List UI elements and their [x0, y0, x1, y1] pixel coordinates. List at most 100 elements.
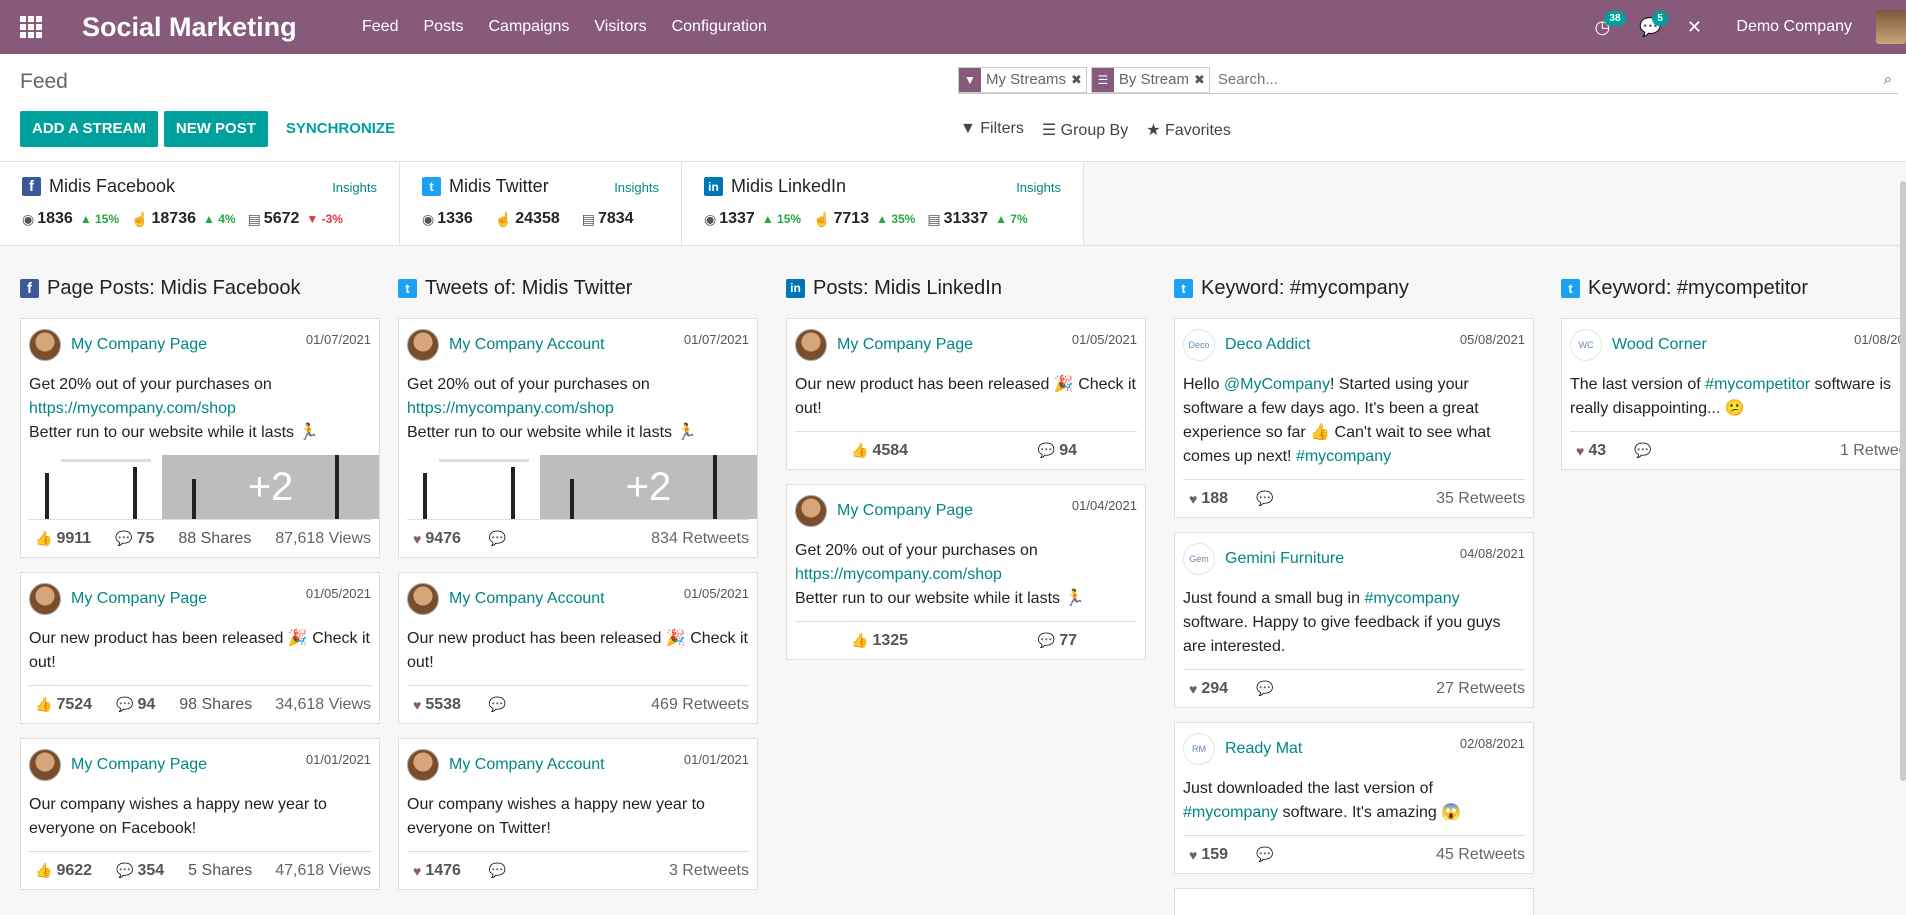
like-button[interactable]: ♥ 294: [1189, 680, 1228, 698]
insights-link[interactable]: Insights: [332, 180, 377, 195]
post-link[interactable]: https://mycompany.com/shop: [795, 566, 1002, 583]
comments-button[interactable]: 💬: [489, 862, 506, 879]
remove-facet-icon[interactable]: ✖: [1194, 72, 1209, 88]
more-images[interactable]: +2: [540, 455, 757, 519]
company-switcher[interactable]: Demo Company: [1736, 18, 1852, 36]
like-button[interactable]: 👍 9911: [35, 530, 91, 548]
post-author[interactable]: My Company Page: [71, 590, 207, 608]
comments-button[interactable]: 💬: [1256, 680, 1273, 697]
like-button[interactable]: ♥ 159: [1189, 846, 1228, 864]
post-author[interactable]: My Company Account: [449, 336, 605, 354]
like-button[interactable]: 👍 9622: [35, 862, 92, 880]
like-button[interactable]: 👍 4584: [851, 442, 908, 460]
comments-button[interactable]: 💬: [489, 530, 506, 547]
post-card[interactable]: My Company Account 01/07/2021 Get 20% ou…: [398, 318, 758, 558]
post-card[interactable]: My Company Page 01/05/2021 Our new produ…: [786, 318, 1146, 470]
post-card[interactable]: My Company Account 01/01/2021 Our compan…: [398, 738, 758, 890]
post-card[interactable]: [1174, 888, 1534, 915]
messages-icon[interactable]: 💬 5: [1630, 0, 1670, 54]
post-link[interactable]: https://mycompany.com/shop: [407, 400, 614, 417]
post-author[interactable]: My Company Account: [449, 756, 605, 774]
mention-link[interactable]: @MyCompany: [1224, 376, 1330, 393]
like-button[interactable]: ♥ 188: [1189, 490, 1228, 508]
hashtag-link[interactable]: #mycompetitor: [1705, 376, 1810, 393]
post-author[interactable]: Ready Mat: [1225, 740, 1302, 758]
breadcrumb: Feed: [20, 70, 68, 93]
comments-button[interactable]: 💬 354: [116, 862, 164, 880]
hashtag-link[interactable]: #mycompany: [1296, 448, 1391, 465]
more-images[interactable]: +2: [162, 455, 379, 519]
post-author[interactable]: My Company Page: [71, 756, 207, 774]
comments-button[interactable]: 💬 75: [115, 530, 154, 548]
apps-menu-icon[interactable]: [20, 16, 44, 38]
post-author[interactable]: My Company Page: [71, 336, 207, 354]
post-author[interactable]: Gemini Furniture: [1225, 550, 1344, 568]
filters-dropdown[interactable]: ▼ Filters: [960, 120, 1024, 140]
post-author[interactable]: Wood Corner: [1612, 336, 1707, 354]
stories-icon: ▤: [247, 210, 261, 227]
post-card[interactable]: RM Ready Mat 02/08/2021 Just downloaded t…: [1174, 722, 1534, 874]
audience-icon: ◉: [704, 210, 717, 227]
group-by-dropdown[interactable]: ☰ Group By: [1042, 120, 1128, 140]
shares-count: 5 Shares: [188, 861, 253, 879]
menu-item-posts[interactable]: Posts: [423, 18, 463, 36]
post-card[interactable]: My Company Page 01/05/2021 Our new produ…: [20, 572, 380, 724]
hashtag-link[interactable]: #mycompany: [1183, 804, 1278, 821]
comments-button[interactable]: 💬: [1634, 442, 1651, 459]
facet-by-stream: ☰ By Stream ✖: [1090, 66, 1210, 93]
insights-link[interactable]: Insights: [1016, 180, 1061, 195]
comments-icon: 💬: [116, 862, 134, 878]
post-author[interactable]: My Company Page: [837, 336, 973, 354]
stories-stat: ▤ 5672 ▼ -3%: [247, 210, 343, 227]
search-input[interactable]: [1213, 71, 1878, 88]
like-button[interactable]: ♥ 43: [1576, 442, 1606, 460]
menu-item-configuration[interactable]: Configuration: [672, 18, 767, 36]
menu-item-campaigns[interactable]: Campaigns: [488, 18, 569, 36]
activity-clock-icon[interactable]: ◷ 38: [1582, 0, 1626, 54]
linkedin-icon: in: [704, 177, 723, 196]
post-card[interactable]: My Company Account 01/05/2021 Our new pr…: [398, 572, 758, 724]
post-card[interactable]: My Company Page 01/04/2021 Get 20% out o…: [786, 484, 1146, 660]
thumbs-up-icon: 👍: [851, 442, 869, 458]
comments-button[interactable]: 💬: [489, 696, 506, 713]
post-card[interactable]: My Company Page 01/01/2021 Our company w…: [20, 738, 380, 890]
scrollbar[interactable]: [1900, 181, 1906, 781]
post-card[interactable]: My Company Page 01/07/2021 Get 20% out o…: [20, 318, 380, 558]
activity-badge: 38: [1604, 11, 1626, 26]
menu-item-visitors[interactable]: Visitors: [594, 18, 646, 36]
comments-button[interactable]: 💬: [1256, 490, 1273, 507]
post-image[interactable]: [399, 455, 540, 519]
post-card[interactable]: Gem Gemini Furniture 04/08/2021 Just foun…: [1174, 532, 1534, 708]
hashtag-link[interactable]: #mycompany: [1364, 590, 1459, 607]
like-button[interactable]: ♥ 5538: [413, 696, 461, 714]
search-icon[interactable]: ⌕: [1878, 71, 1898, 88]
comments-button[interactable]: 💬 94: [116, 696, 155, 714]
user-avatar[interactable]: [1876, 10, 1906, 44]
new-post-button[interactable]: NEW POST: [163, 111, 268, 147]
like-button[interactable]: 👍 1325: [851, 632, 908, 650]
comments-button[interactable]: 💬 94: [1038, 442, 1077, 460]
post-images[interactable]: +2: [399, 455, 757, 519]
comments-button[interactable]: 💬 77: [1038, 632, 1077, 650]
post-images[interactable]: +2: [21, 455, 379, 519]
post-author[interactable]: My Company Page: [837, 502, 973, 520]
favorites-dropdown[interactable]: ★ Favorites: [1146, 120, 1231, 140]
like-button[interactable]: ♥ 1476: [413, 862, 461, 880]
tools-icon[interactable]: ✕: [1674, 0, 1714, 54]
like-button[interactable]: ♥ 9476: [413, 530, 461, 548]
stream-linkedin: in Posts: Midis LinkedIn My Company Page …: [786, 276, 1146, 674]
post-image[interactable]: [21, 455, 162, 519]
add-stream-button[interactable]: ADD A STREAM: [20, 111, 158, 147]
avatar: Deco: [1183, 329, 1215, 361]
synchronize-button[interactable]: SYNCHRONIZE: [274, 111, 407, 147]
post-author[interactable]: My Company Account: [449, 590, 605, 608]
insights-link[interactable]: Insights: [614, 180, 659, 195]
post-card[interactable]: WC Wood Corner 01/08/202 The last version…: [1561, 318, 1906, 470]
comments-button[interactable]: 💬: [1256, 846, 1273, 863]
post-link[interactable]: https://mycompany.com/shop: [29, 400, 236, 417]
like-button[interactable]: 👍 7524: [35, 696, 92, 714]
post-card[interactable]: Deco Deco Addict 05/08/2021 Hello @MyComp…: [1174, 318, 1534, 518]
post-author[interactable]: Deco Addict: [1225, 336, 1310, 354]
menu-item-feed[interactable]: Feed: [362, 18, 398, 36]
remove-facet-icon[interactable]: ✖: [1071, 72, 1086, 88]
